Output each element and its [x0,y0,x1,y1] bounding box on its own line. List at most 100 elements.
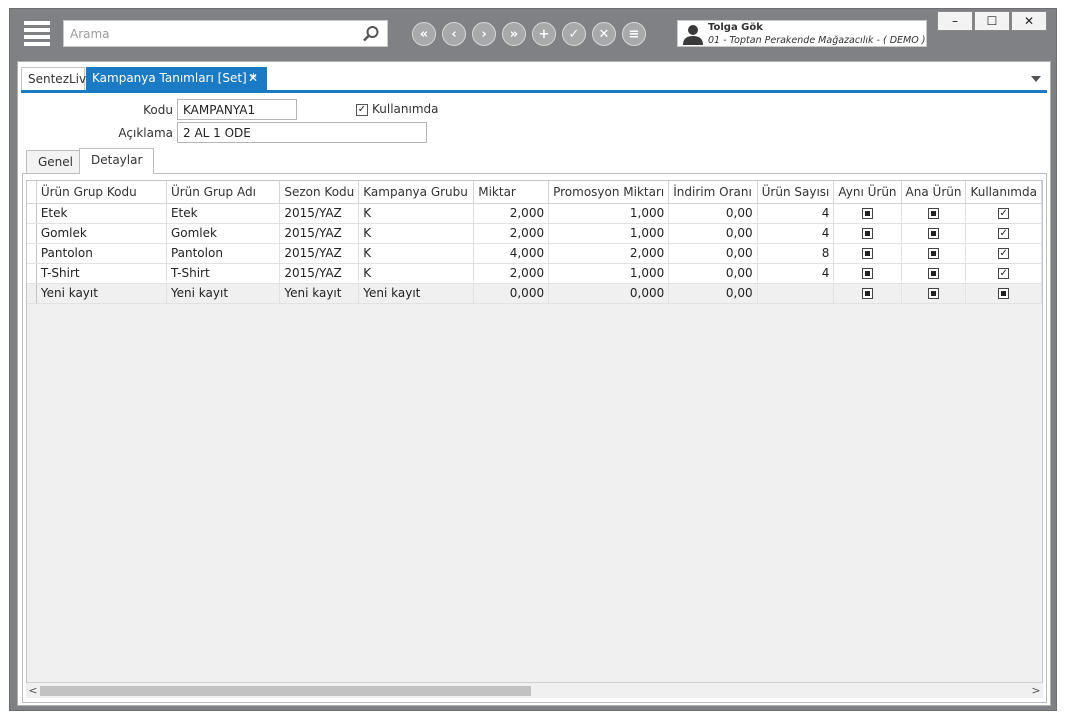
cell-ayni-urun[interactable] [833,223,902,244]
search-icon[interactable] [361,24,381,44]
cell-indirim-orani[interactable]: 0,00 [668,203,758,224]
ayni-urun-checkbox[interactable] [861,248,873,259]
cell-sezon-kodu[interactable]: Yeni kayıt [279,283,360,304]
cell-kullanimda[interactable]: ✓ [965,223,1042,244]
cell-ana-urun[interactable] [901,243,967,264]
cell-sezon-kodu[interactable]: 2015/YAZ [279,243,360,264]
kullanimda-row-checkbox[interactable]: ✓ [998,228,1010,239]
horizontal-scrollbar[interactable]: < > [26,682,1043,698]
close-window-button[interactable]: ✕ [1011,11,1047,31]
tab-kampanya-tanimlari[interactable]: Kampanya Tanımları [Set] * ✕ [86,67,267,90]
kullanimda-row-checkbox[interactable]: ✓ [998,208,1010,219]
cell-ayni-urun[interactable] [833,263,902,284]
cell-kampanya-grubu[interactable]: K [358,223,475,244]
cell-promosyon-miktari[interactable]: 2,000 [548,243,670,264]
cell-miktar[interactable]: 0,000 [473,283,550,304]
cell-kullanimda[interactable]: ✓ [965,203,1042,224]
cell-urun-grup-adi[interactable]: Pantolon [166,243,281,264]
row-indicator[interactable] [27,263,37,284]
kullanimda-row-checkbox[interactable]: ✓ [998,248,1010,259]
table-row[interactable]: T-Shirt T-Shirt 2015/YAZ K 2,000 1,000 0… [27,263,1042,284]
cell-urun-sayisi[interactable]: 4 [757,223,835,244]
cell-ana-urun[interactable] [901,263,967,284]
cell-urun-grup-adi[interactable]: Gomlek [166,223,281,244]
cell-ayni-urun[interactable] [833,283,902,304]
cell-kampanya-grubu[interactable]: K [358,203,475,224]
minimize-button[interactable]: – [937,11,973,31]
save-record-icon[interactable]: ✓ [562,22,586,46]
column-header[interactable]: Sezon Kodu [279,181,360,204]
column-header[interactable]: Ürün Grup Adı [166,181,281,204]
cell-promosyon-miktari[interactable]: 1,000 [548,223,670,244]
add-record-icon[interactable]: + [532,22,556,46]
cell-promosyon-miktari[interactable]: 1,000 [548,203,670,224]
column-header[interactable]: Kullanımda [965,181,1042,204]
cell-indirim-orani[interactable]: 0,00 [668,283,758,304]
tab-detaylar[interactable]: Detaylar [79,148,155,174]
table-row[interactable]: Gomlek Gomlek 2015/YAZ K 2,000 1,000 0,0… [27,223,1042,244]
kullanimda-row-checkbox[interactable] [998,288,1010,299]
scroll-right-icon[interactable]: > [1029,683,1043,699]
cell-urun-sayisi[interactable]: 4 [757,263,835,284]
ayni-urun-checkbox[interactable] [861,288,873,299]
aciklama-field[interactable] [177,122,427,143]
ayni-urun-checkbox[interactable] [861,208,873,219]
cell-sezon-kodu[interactable]: 2015/YAZ [279,263,360,284]
scrollbar-thumb[interactable] [40,686,531,696]
new-record-row[interactable]: Yeni kayıt Yeni kayıt Yeni kayıt Yeni ka… [27,283,1042,304]
tab-sentezlive[interactable]: SentezLive [21,67,94,90]
cell-indirim-orani[interactable]: 0,00 [668,243,758,264]
cell-urun-grup-adi[interactable]: T-Shirt [166,263,281,284]
column-header[interactable]: Aynı Ürün [833,181,902,204]
maximize-button[interactable]: ☐ [974,11,1010,31]
cell-urun-grup-kodu[interactable]: Gomlek [36,223,167,244]
cell-kullanimda[interactable]: ✓ [965,243,1042,264]
cell-ayni-urun[interactable] [833,203,902,224]
cell-kullanimda[interactable]: ✓ [965,263,1042,284]
search-input[interactable] [70,25,350,43]
cell-urun-sayisi[interactable]: 4 [757,203,835,224]
last-record-icon[interactable]: » [502,22,526,46]
tab-genel[interactable]: Genel [26,150,86,174]
next-record-icon[interactable]: › [472,22,496,46]
tab-close-icon[interactable]: ✕ [248,67,258,89]
ana-urun-checkbox[interactable] [928,208,939,219]
ana-urun-checkbox[interactable] [928,228,939,239]
ana-urun-checkbox[interactable] [928,288,939,299]
cell-kampanya-grubu[interactable]: K [358,243,475,264]
kullanimda-checkbox[interactable]: ✓ [356,104,368,116]
cell-urun-grup-kodu[interactable]: Pantolon [36,243,167,264]
first-record-icon[interactable]: « [412,22,436,46]
cell-promosyon-miktari[interactable]: 1,000 [548,263,670,284]
cell-urun-grup-kodu[interactable]: Yeni kayıt [36,283,167,304]
cell-kampanya-grubu[interactable]: K [358,263,475,284]
cell-kullanimda[interactable] [965,283,1042,304]
column-header[interactable]: Ürün Sayısı [757,181,835,204]
cell-urun-grup-adi[interactable]: Yeni kayıt [166,283,281,304]
cell-miktar[interactable]: 2,000 [473,263,550,284]
column-header[interactable]: Miktar [473,181,550,204]
cell-kampanya-grubu[interactable]: Yeni kayıt [358,283,475,304]
ayni-urun-checkbox[interactable] [861,228,873,239]
cell-miktar[interactable]: 2,000 [473,223,550,244]
cell-sezon-kodu[interactable]: 2015/YAZ [279,223,360,244]
ana-urun-checkbox[interactable] [928,268,939,279]
cell-indirim-orani[interactable]: 0,00 [668,263,758,284]
column-header[interactable]: Ana Ürün [901,181,967,204]
cell-urun-sayisi[interactable] [757,283,835,304]
cell-indirim-orani[interactable]: 0,00 [668,223,758,244]
row-indicator[interactable] [27,283,37,304]
user-info-box[interactable]: Tolga Gök 01 - Toptan Perakende Mağazacı… [677,20,927,47]
ayni-urun-checkbox[interactable] [861,268,873,279]
cell-ana-urun[interactable] [901,203,967,224]
delete-record-icon[interactable]: ✕ [592,22,616,46]
row-indicator[interactable] [27,223,37,244]
column-header[interactable]: Kampanya Grubu [358,181,475,204]
more-menu-icon[interactable]: ≡ [622,22,646,46]
row-indicator[interactable] [27,243,37,264]
hamburger-menu-icon[interactable] [24,21,50,47]
cell-urun-grup-kodu[interactable]: Etek [36,203,167,224]
cell-miktar[interactable]: 2,000 [473,203,550,224]
cell-sezon-kodu[interactable]: 2015/YAZ [279,203,360,224]
cell-ana-urun[interactable] [901,283,967,304]
